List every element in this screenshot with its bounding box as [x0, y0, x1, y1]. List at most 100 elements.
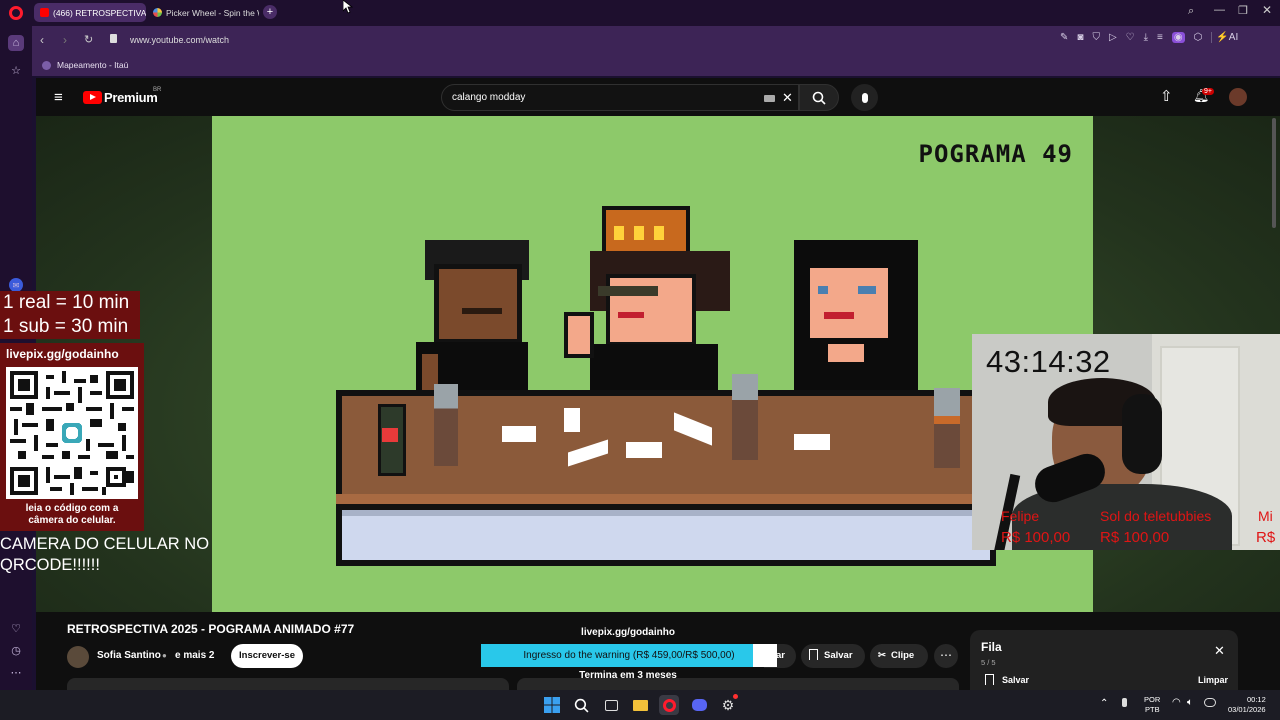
search-bar[interactable]: calango modday ✕ — [441, 84, 799, 111]
video-frame: POGRAMA 49 — [212, 116, 1093, 612]
glass-3 — [934, 388, 960, 468]
character-center-mouth — [618, 312, 644, 318]
page-scrollbar[interactable] — [1272, 118, 1276, 228]
back-icon[interactable]: ‹ — [40, 33, 44, 47]
microphone-icon — [861, 92, 868, 103]
search-tabs-icon[interactable]: ⌕ — [1188, 5, 1194, 18]
character-center-hand — [564, 312, 594, 358]
search-button[interactable] — [799, 84, 839, 111]
more-actions-button[interactable]: ⋯ — [934, 644, 958, 668]
reload-icon[interactable]: ↻ — [84, 33, 93, 46]
lang-2[interactable]: PTB — [1145, 705, 1160, 714]
channel-name[interactable]: Sofia Santino — [97, 650, 161, 661]
mouse-cursor-icon — [343, 0, 353, 14]
camera-icon[interactable]: ◙ — [1077, 32, 1083, 43]
file-explorer-icon[interactable] — [630, 695, 650, 715]
channel-suffix[interactable]: e mais 2 — [175, 650, 214, 661]
clip-button[interactable]: ✂ Clipe — [870, 644, 928, 668]
play-icon[interactable]: ▷ — [1109, 32, 1117, 43]
task-view-icon[interactable] — [601, 695, 621, 715]
history-icon[interactable]: ◷ — [8, 642, 24, 658]
clear-search-icon[interactable]: ✕ — [782, 90, 793, 106]
voice-search-button[interactable] — [851, 84, 878, 111]
paper-2 — [564, 408, 580, 432]
goal-bar: Ingresso do the warning (R$ 459,00/R$ 50… — [481, 644, 777, 667]
search-input[interactable]: calango modday — [452, 92, 525, 103]
wifi-icon[interactable]: ◠ — [1172, 697, 1181, 708]
volume-icon[interactable]: 🔈︎ — [1187, 697, 1193, 708]
tab-bar: (466) RETROSPECTIVA 20... Picker Wheel -… — [0, 0, 1280, 26]
character-center-glasses — [598, 286, 658, 296]
channel-avatar[interactable] — [67, 646, 89, 668]
address-toolbar-icons: ✎ ◙ ⛉ ▷ ♡ ⤓ ≡ ◉ ⬡ ⚡AI — [1060, 32, 1238, 43]
wine-label — [382, 428, 398, 442]
keyboard-icon[interactable] — [764, 95, 775, 102]
clock-date[interactable]: 03/01/2026 — [1228, 705, 1266, 714]
address-bar: ‹ › ↻ www.youtube.com/watch ✎ ◙ ⛉ ▷ ♡ ⤓ … — [32, 26, 1280, 54]
tab-youtube[interactable]: (466) RETROSPECTIVA 20... — [34, 3, 146, 22]
goal-footer: Termina em 3 meses — [579, 670, 677, 681]
donation-1-amount: R$ 100,00 — [1001, 529, 1071, 546]
notifications-badge: 9+ — [1202, 88, 1214, 95]
star-icon[interactable]: ☆ — [8, 62, 24, 78]
minimize-button[interactable]: — — [1214, 4, 1225, 16]
save-button[interactable]: Salvar — [801, 644, 865, 668]
home-icon[interactable]: ⌂ — [8, 35, 24, 51]
hamburger-menu-icon[interactable]: ≡ — [54, 89, 63, 106]
taskbar: ⚙ ⌃ POR PTB ◠ 🔈︎ 00:12 03/01/2026 — [0, 690, 1280, 720]
download-icon[interactable]: ⤓ — [1144, 32, 1148, 43]
search-icon — [812, 91, 826, 105]
subscribe-button[interactable]: Inscrever-se — [231, 644, 303, 668]
upload-icon[interactable]: ⇧ — [1160, 87, 1173, 105]
menu-icon[interactable]: ≡ — [1157, 32, 1163, 43]
battery-icon[interactable] — [1204, 698, 1216, 707]
restore-button[interactable]: ❐ — [1238, 4, 1248, 17]
queue-save-icon[interactable] — [985, 674, 994, 685]
bookmark-mapeamento[interactable]: Mapeamento - Itaú — [57, 60, 128, 70]
clock-time[interactable]: 00:12 — [1247, 695, 1266, 704]
youtube-favicon-icon — [40, 8, 49, 17]
account-avatar[interactable] — [1229, 88, 1247, 106]
crown-gems — [614, 226, 674, 240]
discord-icon[interactable] — [689, 695, 709, 715]
queue-title: Fila — [981, 640, 1002, 654]
subathon-timer: 43:14:32 — [986, 344, 1111, 379]
edit-icon[interactable]: ✎ — [1060, 32, 1068, 43]
lang-1[interactable]: POR — [1144, 695, 1160, 704]
youtube-premium-label: Premium — [104, 90, 158, 105]
tab-label: Picker Wheel - Spin the W — [166, 7, 259, 18]
rate-sub-label: 1 sub = 30 min — [0, 315, 140, 339]
queue-clear[interactable]: Limpar — [1198, 675, 1228, 685]
table-edge — [336, 494, 996, 504]
paper-6 — [794, 434, 830, 450]
heart-outline-icon[interactable]: ♡ — [1126, 32, 1135, 43]
search-taskbar-icon[interactable] — [571, 695, 591, 715]
opera-taskbar-icon[interactable] — [659, 695, 679, 715]
notification-dot-icon — [733, 694, 738, 699]
character-left-mouth — [462, 308, 502, 314]
messenger-icon[interactable]: ✉ — [9, 278, 23, 292]
shield-icon[interactable]: ⛉ — [1092, 32, 1100, 43]
description-box[interactable] — [67, 678, 509, 690]
profile-icon[interactable]: ◉ — [1171, 32, 1185, 43]
region-label: BR — [153, 87, 162, 93]
opera-logo-icon[interactable] — [9, 6, 23, 20]
forward-icon[interactable]: › — [63, 33, 67, 47]
character-right-neck — [828, 344, 864, 362]
tab-picker-wheel[interactable]: Picker Wheel - Spin the W — [147, 3, 259, 22]
new-tab-button[interactable]: + — [263, 5, 277, 19]
queue-panel: Fila 5 / 5 ✕ Salvar Limpar — [970, 630, 1238, 690]
tray-mic-icon[interactable] — [1122, 698, 1127, 707]
extensions-icon[interactable]: ⬡ — [1194, 32, 1203, 43]
windows-start-icon[interactable] — [542, 695, 562, 715]
heart-icon[interactable]: ♡ — [8, 620, 24, 636]
close-queue-icon[interactable]: ✕ — [1214, 643, 1225, 659]
rate-real-label: 1 real = 10 min — [0, 291, 140, 315]
tray-chevron-icon[interactable]: ⌃ — [1100, 698, 1108, 709]
streamer-headphones — [1122, 394, 1162, 474]
aria-icon[interactable]: ⚡AI — [1211, 32, 1238, 43]
url-text[interactable]: www.youtube.com/watch — [130, 35, 229, 45]
close-window-button[interactable]: ✕ — [1262, 3, 1272, 17]
more-icon[interactable]: ⋯ — [8, 664, 24, 680]
queue-save[interactable]: Salvar — [1002, 675, 1029, 685]
